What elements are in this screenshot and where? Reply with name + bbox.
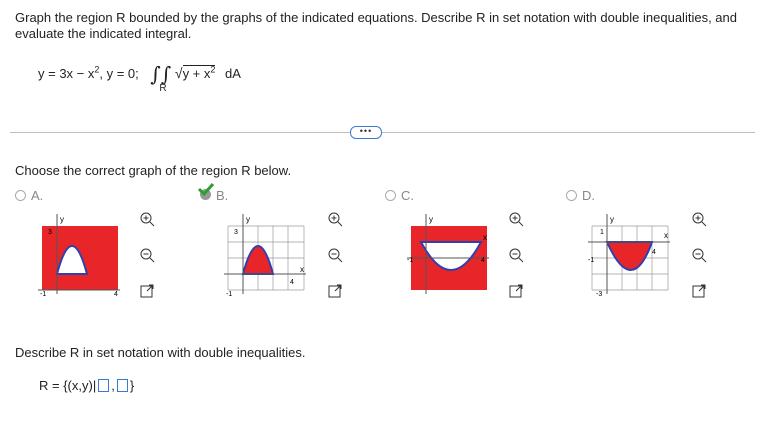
graph-a-tick-left: -1 xyxy=(40,291,46,296)
answer-box-x[interactable] xyxy=(98,379,110,392)
radio-c[interactable] xyxy=(385,190,396,201)
graph-d-y-label: y xyxy=(610,215,614,224)
option-c[interactable]: C. xyxy=(385,188,414,203)
integral-region-label: R xyxy=(159,83,167,94)
zoom-out-icon[interactable] xyxy=(692,248,707,263)
option-a[interactable]: A. xyxy=(15,188,43,203)
zoom-in-icon[interactable] xyxy=(509,212,524,227)
set-notation-suffix: } xyxy=(129,378,135,393)
zoom-in-icon[interactable] xyxy=(692,212,707,227)
option-b-label: B. xyxy=(216,188,229,203)
graph-d-tick-left: -1 xyxy=(588,257,594,264)
graph-a-y-label: y xyxy=(60,215,64,224)
graph-b-tick-right: 4 xyxy=(290,279,294,286)
problem-prompt: Graph the region R bounded by the graphs… xyxy=(15,10,737,41)
radio-d[interactable] xyxy=(566,190,577,201)
section-divider xyxy=(10,132,755,133)
option-a-label: A. xyxy=(31,188,44,203)
set-notation-prefix: R = {(x,y)| xyxy=(39,378,97,393)
differential: dA xyxy=(225,66,241,81)
option-d-label: D. xyxy=(582,188,595,203)
expand-icon[interactable] xyxy=(692,283,707,298)
expand-icon[interactable] xyxy=(140,283,155,298)
checkmark-icon xyxy=(197,182,215,196)
graph-d-tick-top: 1 xyxy=(600,229,604,236)
graph-d-tick-right: 4 xyxy=(652,249,656,256)
graph-d-region xyxy=(605,241,654,271)
graph-b-tick-bottom: -1 xyxy=(226,291,232,296)
graph-c-x-label: x xyxy=(483,233,487,242)
zoom-out-icon[interactable] xyxy=(140,248,155,263)
equation-line-y0: , y = 0; xyxy=(99,66,139,81)
zoom-out-icon[interactable] xyxy=(509,248,524,263)
expand-icon[interactable] xyxy=(509,283,524,298)
more-options-button[interactable]: ••• xyxy=(350,126,382,139)
equation-line: y = 3x − x2, y = 0; ∫∫ √y + x2 dA R xyxy=(38,59,241,94)
graph-a-tick-top: 3 xyxy=(48,229,52,236)
graph-b-tick-top: 3 xyxy=(234,229,238,236)
graph-c-tick-left: -1 xyxy=(407,257,413,264)
integrand: y + x2 xyxy=(182,64,216,81)
answer-box-y[interactable] xyxy=(116,379,128,392)
graph-b-y-label: y xyxy=(246,215,250,224)
graph-c: y x -1 4 xyxy=(407,214,489,294)
expand-icon[interactable] xyxy=(328,283,343,298)
option-b-radio-wrap[interactable] xyxy=(197,182,215,203)
graph-b: y 3 x 4 -1 xyxy=(224,214,306,296)
graph-b-region xyxy=(241,245,275,275)
zoom-out-icon[interactable] xyxy=(328,248,343,263)
radio-a[interactable] xyxy=(15,190,26,201)
graph-c-tick-right: 4 xyxy=(481,257,485,264)
option-d[interactable]: D. xyxy=(566,188,595,203)
option-b[interactable]: B. xyxy=(197,182,229,203)
graph-b-x-label: x xyxy=(300,265,304,274)
zoom-in-icon[interactable] xyxy=(140,212,155,227)
graph-c-y-label: y xyxy=(429,215,433,224)
option-c-label: C. xyxy=(401,188,414,203)
zoom-in-icon[interactable] xyxy=(328,212,343,227)
graph-d-tick-bottom: -3 xyxy=(596,291,602,296)
graph-d: y 1 x -1 4 -3 xyxy=(588,214,670,296)
graph-a-tick-right: 4 xyxy=(114,291,118,296)
question-set-notation: Describe R in set notation with double i… xyxy=(15,345,306,360)
graph-a: y 3 x -1 4 xyxy=(38,214,120,296)
question-choose-graph: Choose the correct graph of the region R… xyxy=(15,163,292,178)
sqrt-sign: √ xyxy=(174,65,183,81)
comma: , xyxy=(111,378,115,393)
graph-d-x-label: x xyxy=(664,231,668,240)
set-notation-answer: R = {(x,y)| , } xyxy=(39,378,134,393)
equation-curve: y = 3x − x xyxy=(38,66,95,81)
